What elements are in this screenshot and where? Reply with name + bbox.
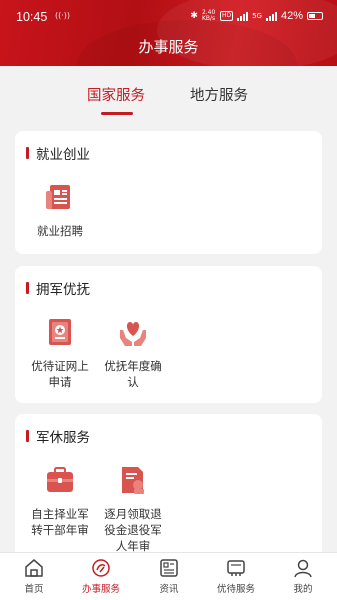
network-speed: 2.40 KB/s <box>201 9 216 22</box>
battery-percent: 42% <box>280 10 303 22</box>
newspaper-icon <box>46 185 70 209</box>
tab-local-services[interactable]: 地方服务 <box>190 84 248 105</box>
nav-services[interactable]: 办事服务 <box>71 558 131 595</box>
service-item-label: 优待证网上申请 <box>31 359 89 389</box>
status-bar: 10:45 ((·)) ✱ 2.40 KB/s HD 5G 42% <box>0 0 337 34</box>
section-title: 军休服务 <box>26 426 90 446</box>
nav-home[interactable]: 首页 <box>4 558 64 595</box>
nav-label: 资讯 <box>159 584 179 595</box>
nav-preferential[interactable]: 优待服务 <box>206 558 266 595</box>
person-icon <box>294 559 312 578</box>
page-title: 办事服务 <box>138 38 199 56</box>
section-military-support: 拥军优抚 优待证网上申请 优抚年度确认 <box>15 266 322 403</box>
battery-icon <box>307 12 323 20</box>
section-title: 拥军优抚 <box>26 278 90 298</box>
service-item-cadre-annual-review[interactable]: 自主择业军转干部年审 <box>18 464 102 538</box>
service-item-label: 逐月领取退役金退役军人年审 <box>104 507 162 553</box>
nav-label: 首页 <box>24 584 44 595</box>
bluetooth-icon: ✱ <box>190 11 198 21</box>
nav-label: 办事服务 <box>81 584 120 595</box>
certificate-icon <box>49 319 71 345</box>
service-item-annual-confirmation[interactable]: 优抚年度确认 <box>91 316 175 390</box>
section-retired-military-services: 军休服务 自主择业军转干部年审 逐月领取退役金退役军人年审 <box>15 414 322 564</box>
heart-hands-icon <box>120 322 146 346</box>
service-item-veteran-annual-review[interactable]: 逐月领取退役金退役军人年审 <box>91 464 175 554</box>
home-icon <box>25 559 43 577</box>
service-icon <box>92 559 110 577</box>
section-title: 就业创业 <box>26 143 90 163</box>
service-item-job-recruitment[interactable]: 就业招聘 <box>18 181 102 239</box>
service-item-label: 优抚年度确认 <box>104 359 162 389</box>
hd-icon: HD <box>219 11 234 21</box>
service-item-label: 就业招聘 <box>37 224 83 238</box>
ticket-icon <box>227 560 245 576</box>
document-seal-icon <box>122 467 144 494</box>
section-employment: 就业创业 就业招聘 <box>15 131 322 254</box>
nav-label: 我的 <box>293 584 313 595</box>
network-type: 5G <box>252 12 262 20</box>
nav-label: 优待服务 <box>216 584 255 595</box>
service-item-label: 自主择业军转干部年审 <box>31 507 89 537</box>
service-tabs: 国家服务 地方服务 <box>0 66 337 118</box>
bottom-navigation: 首页 办事服务 资讯 优待服务 我的 <box>0 552 337 600</box>
nav-profile[interactable]: 我的 <box>273 558 333 595</box>
nfc-icon: ((·)) <box>55 11 71 20</box>
nav-news[interactable]: 资讯 <box>139 558 199 595</box>
news-icon <box>160 559 178 577</box>
briefcase-icon <box>47 467 73 492</box>
signal-icon <box>265 11 277 21</box>
tab-national-services[interactable]: 国家服务 <box>87 84 145 105</box>
status-time: 10:45 <box>16 10 48 24</box>
signal-icon <box>237 11 249 21</box>
service-item-preferential-card[interactable]: 优待证网上申请 <box>18 316 102 390</box>
active-tab-indicator <box>101 112 133 115</box>
